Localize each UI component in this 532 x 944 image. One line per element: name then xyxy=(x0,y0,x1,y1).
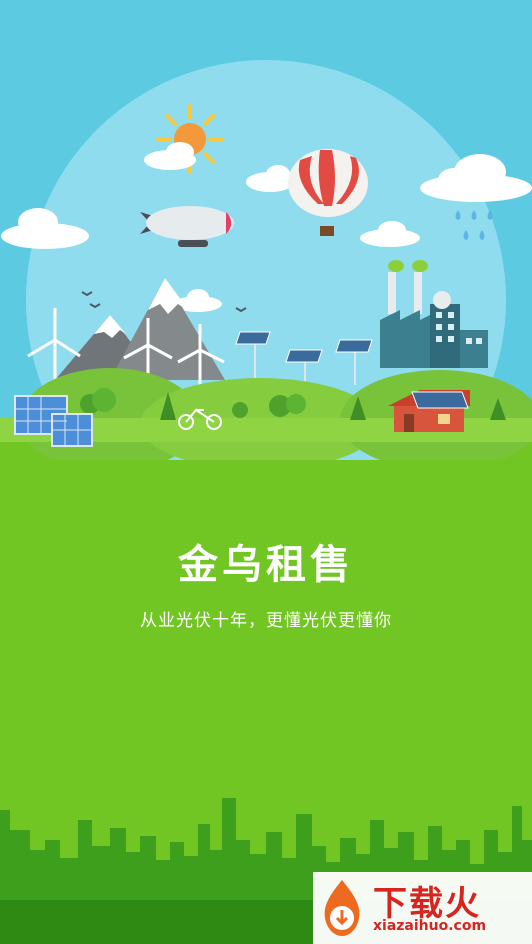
watermark-badge: 下载火 xiazaihuo.com xyxy=(313,872,532,944)
solar-landscape-illustration xyxy=(0,60,532,460)
flame-download-icon xyxy=(324,880,360,936)
app-slogan: 从业光伏十年，更懂光伏更懂你 xyxy=(140,611,392,631)
watermark-url: xiazaihuo.com xyxy=(373,918,487,934)
app-title: 金乌租售 xyxy=(178,542,354,588)
